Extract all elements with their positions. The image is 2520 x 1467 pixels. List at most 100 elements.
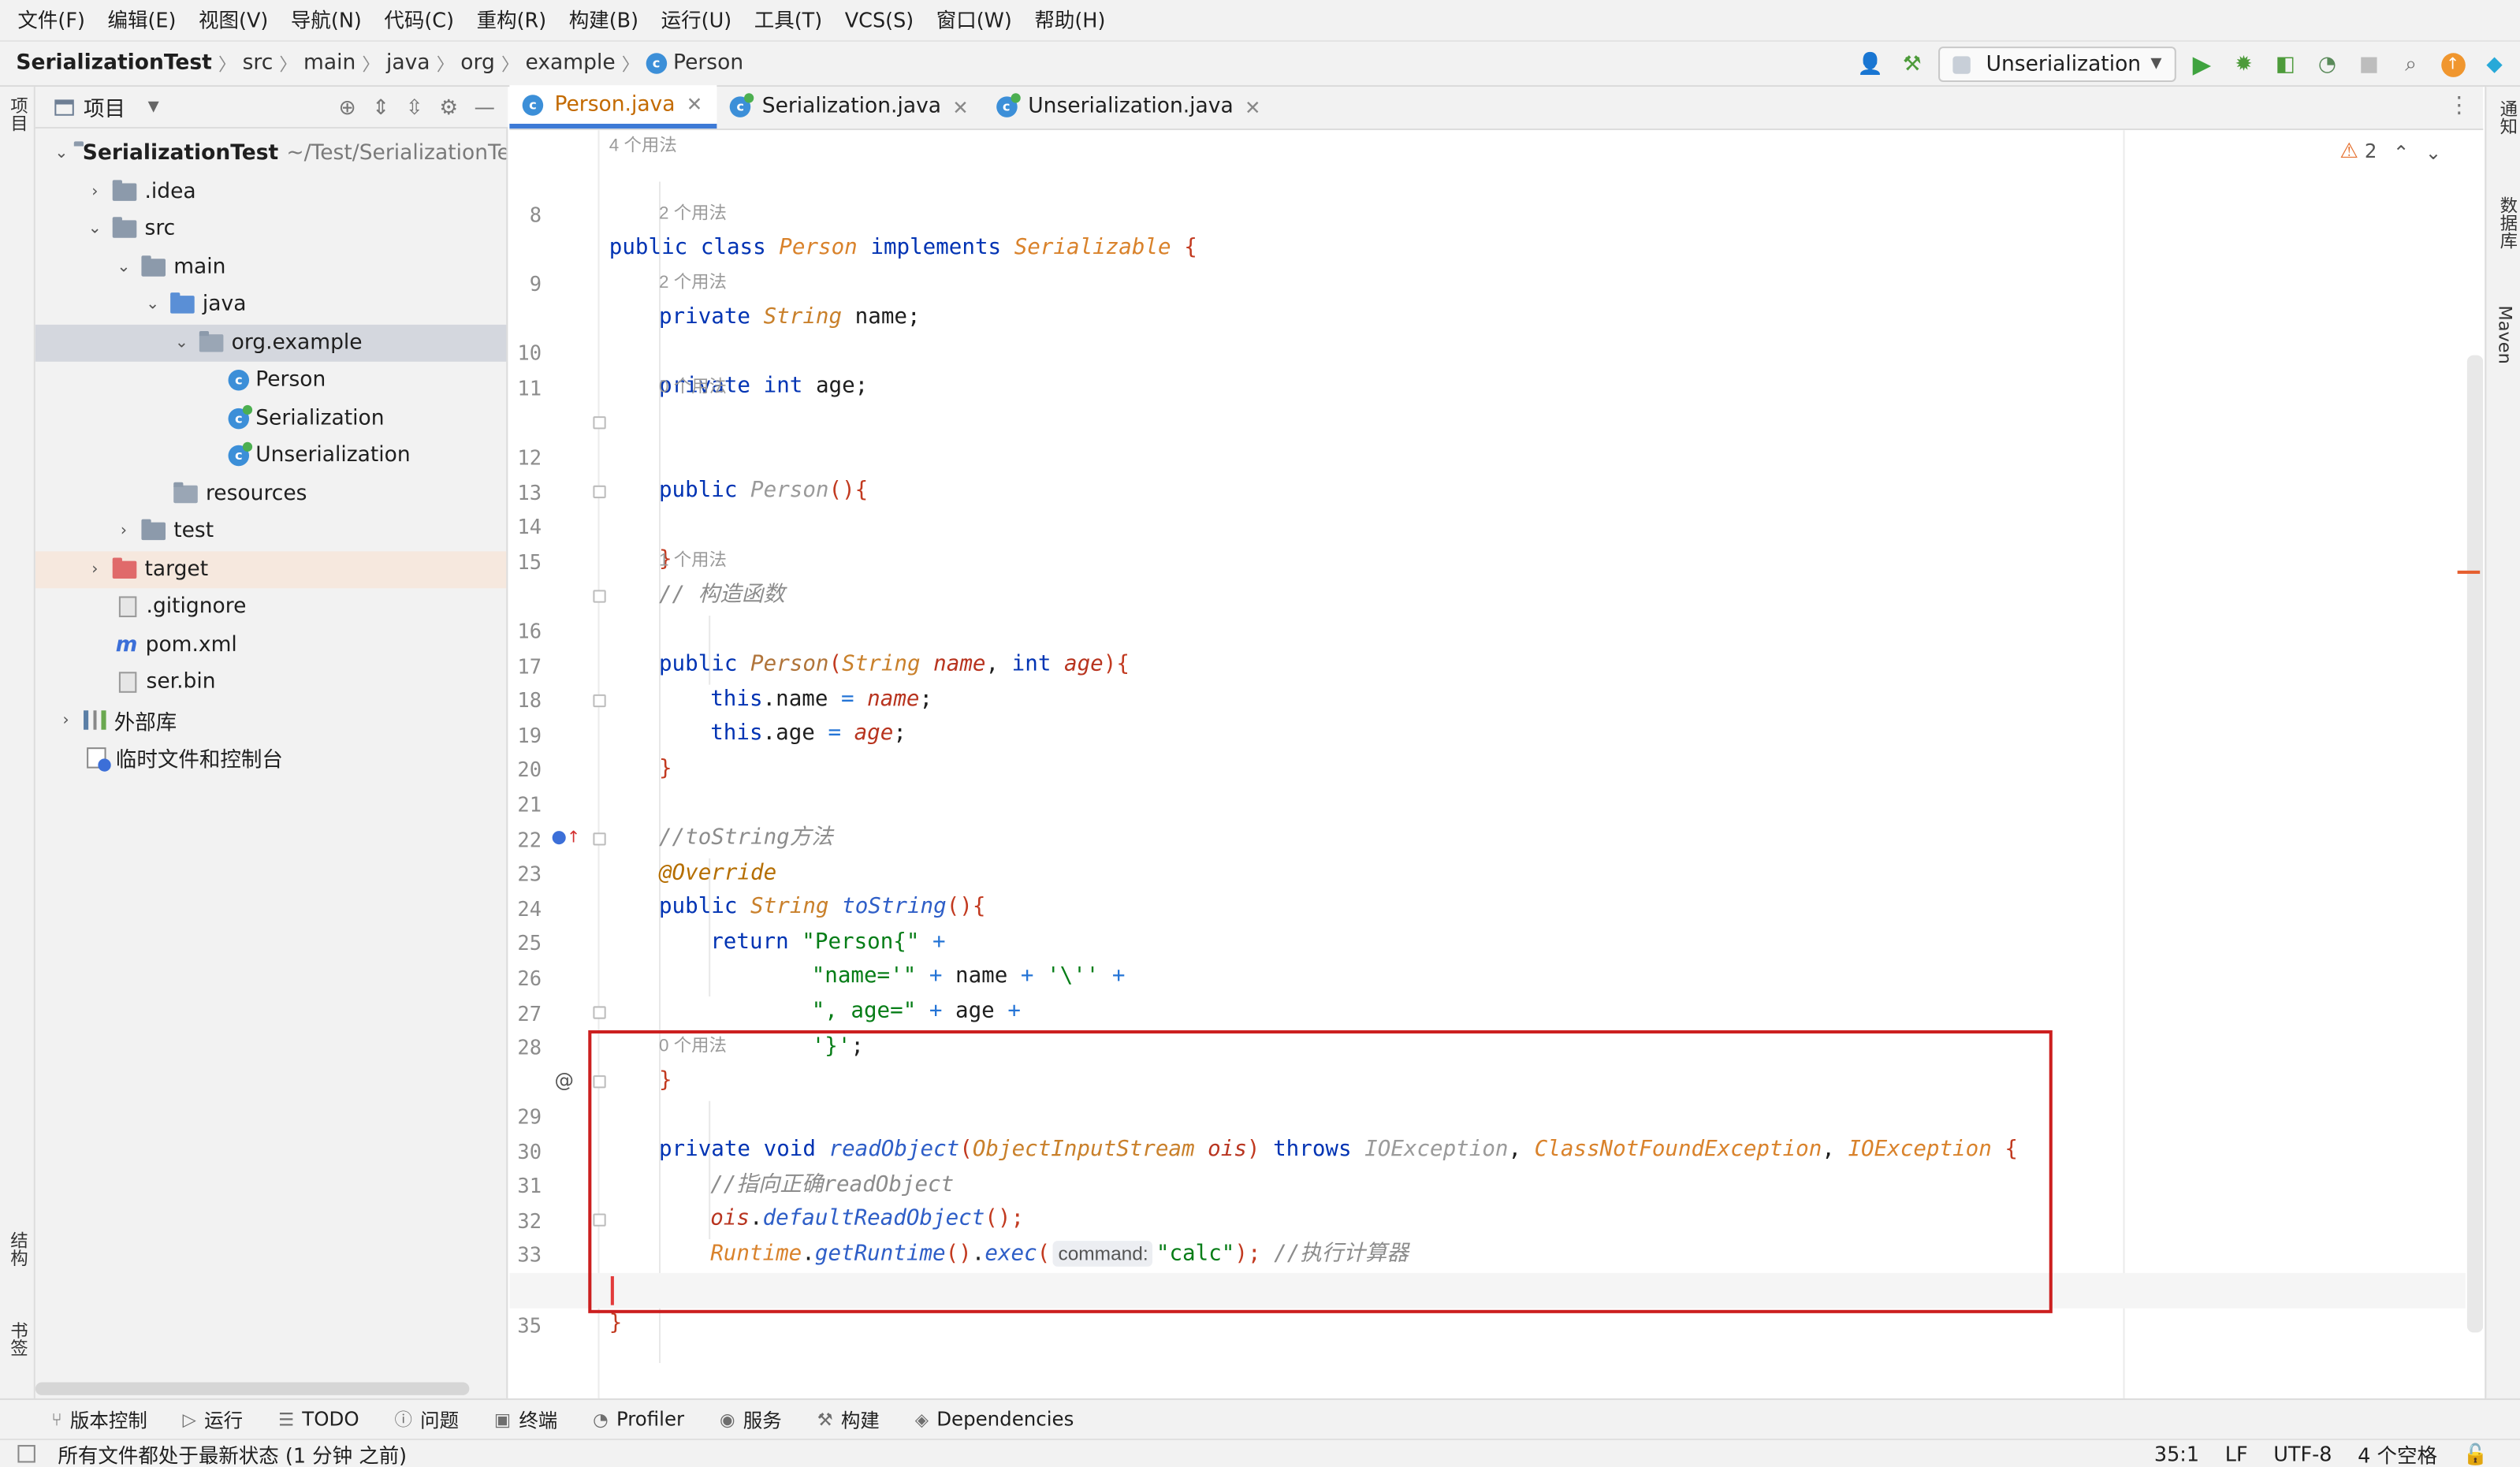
tab-unserialization-java[interactable]: c Unserialization.java ✕ bbox=[983, 85, 1275, 128]
menu-edit[interactable]: 编辑(E) bbox=[96, 0, 188, 40]
tree-item-target[interactable]: › target bbox=[35, 550, 507, 588]
tree-item-java[interactable]: ⌄ java bbox=[35, 286, 506, 323]
tree-item-serialization[interactable]: c Serialization bbox=[35, 400, 506, 437]
fold-marker[interactable] bbox=[593, 485, 606, 499]
tree-item-ser-bin[interactable]: ser.bin bbox=[35, 664, 506, 701]
run-configuration-select[interactable]: Unserialization ▼ bbox=[1937, 47, 2176, 82]
breadcrumb-example[interactable]: example bbox=[526, 51, 616, 76]
bookmarks-tool-button[interactable]: 书签 bbox=[5, 1321, 31, 1357]
stop-icon[interactable]: ■ bbox=[2353, 48, 2385, 80]
horizontal-scrollbar[interactable] bbox=[35, 1382, 470, 1395]
debug-bug-icon[interactable]: ✹ bbox=[2228, 48, 2260, 80]
profile-icon[interactable]: ◔ bbox=[2311, 48, 2343, 80]
usage-hint[interactable]: 4 个用法 bbox=[609, 130, 677, 165]
chevron-right-icon[interactable]: › bbox=[113, 523, 136, 540]
file-encoding[interactable]: UTF-8 bbox=[2273, 1442, 2332, 1466]
notifications-tool-button[interactable]: 通知 bbox=[2495, 99, 2520, 135]
tree-item-org-example[interactable]: ⌄ org.example bbox=[35, 323, 507, 361]
close-icon[interactable]: ✕ bbox=[687, 93, 703, 116]
breadcrumb-main[interactable]: main bbox=[303, 51, 355, 76]
tree-item-idea[interactable]: › .idea bbox=[35, 173, 506, 210]
breadcrumb-file[interactable]: Person bbox=[673, 51, 743, 76]
fold-marker[interactable] bbox=[593, 832, 606, 846]
fold-marker[interactable] bbox=[593, 694, 606, 708]
tree-item-gitignore[interactable]: .gitignore bbox=[35, 588, 506, 625]
tab-serialization-java[interactable]: c Serialization.java ✕ bbox=[717, 85, 984, 128]
tree-item-test[interactable]: › test bbox=[35, 512, 506, 549]
structure-tool-button[interactable]: 结构 bbox=[5, 1231, 31, 1267]
chevron-down-icon[interactable]: ⌄ bbox=[170, 333, 193, 351]
plugin-logo-icon[interactable]: ◆ bbox=[2478, 48, 2511, 80]
menu-code[interactable]: 代码(C) bbox=[373, 0, 465, 40]
line-separator[interactable]: LF bbox=[2225, 1442, 2248, 1466]
chevron-down-icon[interactable]: ⌄ bbox=[141, 296, 164, 313]
tree-item-scratches[interactable]: 临时文件和控制台 bbox=[35, 739, 506, 776]
menu-help[interactable]: 帮助(H) bbox=[1023, 0, 1117, 40]
tree-item-src[interactable]: ⌄ src bbox=[35, 210, 506, 248]
chevron-up-icon[interactable]: ⌃ bbox=[2393, 140, 2410, 163]
menu-view[interactable]: 视图(V) bbox=[188, 0, 280, 40]
tree-item-resources[interactable]: resources bbox=[35, 475, 506, 512]
tree-item-person[interactable]: c Person bbox=[35, 362, 506, 399]
usage-hint[interactable]: 0 个用法 bbox=[659, 371, 727, 406]
usage-hint[interactable]: 1 个用法 bbox=[659, 545, 727, 579]
chevron-down-icon[interactable]: ⌄ bbox=[84, 220, 106, 237]
toggle-tool-windows-icon[interactable] bbox=[17, 1445, 35, 1463]
close-icon[interactable]: ✕ bbox=[1245, 95, 1261, 118]
tree-item-pom[interactable]: m pom.xml bbox=[35, 626, 506, 663]
tool-terminal[interactable]: ▣ 终端 bbox=[494, 1406, 557, 1433]
usage-hint[interactable]: 2 个用法 bbox=[659, 198, 727, 233]
menu-run[interactable]: 运行(U) bbox=[650, 0, 743, 40]
expand-all-icon[interactable]: ⇕ bbox=[372, 95, 389, 120]
coverage-icon[interactable]: ◧ bbox=[2269, 48, 2302, 80]
maven-tool-button[interactable]: Maven bbox=[2495, 305, 2516, 363]
chevron-right-icon[interactable]: › bbox=[84, 182, 106, 199]
chevron-right-icon[interactable]: › bbox=[84, 560, 106, 578]
menu-window[interactable]: 窗口(W) bbox=[925, 0, 1023, 40]
tool-todo[interactable]: ☰ TODO bbox=[278, 1408, 359, 1431]
fold-marker[interactable] bbox=[593, 590, 606, 603]
fold-marker[interactable] bbox=[593, 416, 606, 430]
inspection-widget[interactable]: ⚠ 2 ⌃ ⌄ bbox=[2339, 140, 2441, 164]
project-panel-title[interactable]: 项目 bbox=[84, 91, 125, 122]
lock-icon[interactable]: 🔓 bbox=[2463, 1441, 2488, 1467]
more-vertical-icon[interactable]: ⋮ bbox=[2447, 93, 2470, 119]
chevron-down-icon[interactable]: ⌄ bbox=[113, 258, 136, 275]
tool-profiler[interactable]: ◔ Profiler bbox=[593, 1408, 684, 1431]
menu-build[interactable]: 构建(B) bbox=[557, 0, 650, 40]
tool-problems[interactable]: ⓘ 问题 bbox=[394, 1406, 459, 1433]
chevron-right-icon[interactable]: › bbox=[54, 711, 77, 728]
update-icon[interactable]: ↑ bbox=[2436, 48, 2469, 80]
tool-run[interactable]: ▷ 运行 bbox=[183, 1406, 243, 1433]
indent-setting[interactable]: 4 个空格 bbox=[2358, 1439, 2437, 1467]
tree-item-external-libraries[interactable]: › 外部库 bbox=[35, 702, 506, 739]
at-sign-icon[interactable]: @ bbox=[554, 1069, 573, 1092]
menu-tools[interactable]: 工具(T) bbox=[743, 0, 833, 40]
breadcrumb-java[interactable]: java bbox=[386, 51, 430, 76]
collapse-all-icon[interactable]: ⇳ bbox=[406, 95, 423, 120]
breadcrumb-project[interactable]: SerializationTest bbox=[16, 51, 211, 76]
usage-hint[interactable]: 2 个用法 bbox=[659, 266, 727, 301]
build-hammer-icon[interactable]: ⚒ bbox=[1896, 48, 1928, 80]
caret-position[interactable]: 35:1 bbox=[2154, 1442, 2199, 1466]
menu-navigate[interactable]: 导航(N) bbox=[280, 0, 373, 40]
search-icon[interactable]: ⌕ bbox=[2395, 48, 2427, 80]
hide-icon[interactable]: — bbox=[475, 95, 496, 120]
tool-build[interactable]: ⚒ 构建 bbox=[817, 1406, 880, 1433]
fold-marker[interactable] bbox=[593, 1006, 606, 1019]
database-tool-button[interactable]: 数据库 bbox=[2495, 196, 2520, 249]
tree-item-unserialization[interactable]: c Unserialization bbox=[35, 437, 506, 475]
menu-refactor[interactable]: 重构(R) bbox=[465, 0, 557, 40]
locate-target-icon[interactable]: ⊕ bbox=[338, 95, 355, 120]
breadcrumb-src[interactable]: src bbox=[243, 51, 274, 76]
tree-item-project-root[interactable]: ⌄ SerializationTest ~/Test/Serialization… bbox=[35, 135, 506, 172]
run-icon[interactable]: ▶ bbox=[2186, 48, 2218, 80]
chevron-down-icon[interactable]: ⌄ bbox=[2425, 140, 2442, 163]
breadcrumb-org[interactable]: org bbox=[460, 51, 494, 76]
tool-dependencies[interactable]: ◈ Dependencies bbox=[915, 1408, 1074, 1431]
menu-vcs[interactable]: VCS(S) bbox=[833, 0, 925, 40]
menu-file[interactable]: 文件(F) bbox=[6, 0, 96, 40]
tool-services[interactable]: ◉ 服务 bbox=[720, 1406, 782, 1433]
gear-icon[interactable]: ⚙ bbox=[439, 95, 458, 120]
close-icon[interactable]: ✕ bbox=[952, 95, 969, 118]
